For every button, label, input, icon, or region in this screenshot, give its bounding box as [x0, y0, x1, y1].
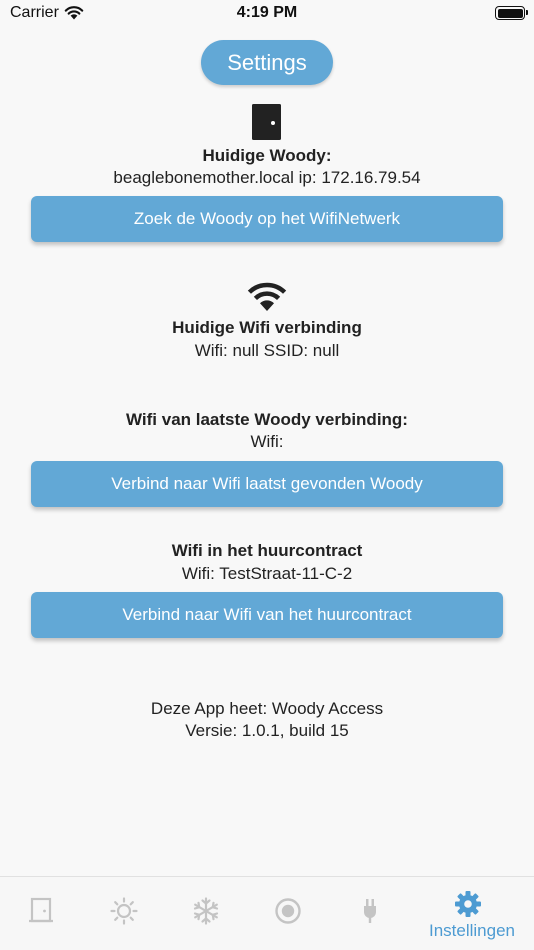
- battery-icon: [495, 6, 528, 20]
- app-name-text: Deze App heet: Woody Access: [150, 699, 384, 718]
- current-woody-value: beaglebonemother.local ip: 172.16.79.54: [113, 168, 421, 187]
- tab-door[interactable]: [0, 877, 82, 950]
- snowflake-icon: [193, 897, 219, 925]
- sun-icon: [110, 897, 138, 925]
- contract-wifi-value: Wifi: TestStraat-11-C-2: [181, 564, 353, 583]
- app-version-text: Versie: 1.0.1, build 15: [185, 721, 349, 740]
- tab-plug[interactable]: [328, 877, 410, 950]
- tab-sun[interactable]: [82, 877, 164, 950]
- status-bar: Carrier 4:19 PM: [0, 0, 534, 28]
- plug-icon: [364, 899, 376, 923]
- find-woody-button[interactable]: Zoek de Woody op het WifiNetwerk: [31, 196, 503, 242]
- last-woody-wifi-heading: Wifi van laatste Woody verbinding:: [126, 410, 408, 429]
- current-wifi-heading: Huidige Wifi verbinding: [172, 318, 362, 337]
- tab-bar: Instellingen: [0, 876, 534, 950]
- connect-last-woody-wifi-button[interactable]: Verbind naar Wifi laatst gevonden Woody: [31, 461, 503, 507]
- door-icon: [252, 104, 281, 145]
- gear-icon: [455, 891, 481, 917]
- status-time: 4:19 PM: [236, 4, 298, 21]
- tab-instellingen[interactable]: Instellingen: [420, 877, 524, 950]
- current-woody-heading: Huidige Woody:: [202, 146, 332, 165]
- last-woody-wifi-value: Wifi:: [250, 432, 284, 451]
- tab-record[interactable]: [246, 877, 328, 950]
- wifi-icon: [246, 282, 288, 317]
- door-icon: [29, 897, 53, 923]
- current-wifi-value: Wifi: null SSID: null: [194, 341, 340, 360]
- tab-instellingen-label: Instellingen: [428, 921, 515, 940]
- contract-wifi-heading: Wifi in het huurcontract: [171, 541, 363, 560]
- settings-title-pill: Settings: [201, 40, 333, 85]
- connect-contract-wifi-button[interactable]: Verbind naar Wifi van het huurcontract: [31, 592, 503, 638]
- record-icon: [275, 898, 301, 924]
- tab-snowflake[interactable]: [164, 877, 246, 950]
